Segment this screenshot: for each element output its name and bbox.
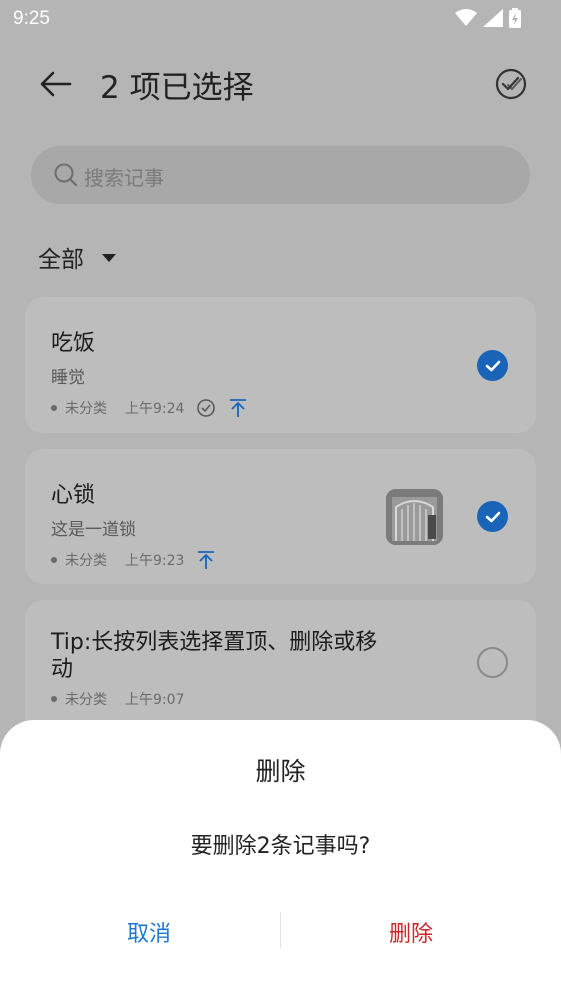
note-category: 未分类 xyxy=(65,401,107,417)
note-meta: 未分类 上午9:24 xyxy=(51,398,248,418)
dialog-message: 要删除2条记事吗? xyxy=(190,834,371,859)
note-title: 心锁 xyxy=(51,483,96,508)
note-body: 睡觉 xyxy=(51,368,85,388)
note-card[interactable]: 吃饭 睡觉 未分类 上午9:24 xyxy=(25,297,536,433)
category-dot xyxy=(51,696,57,702)
note-card[interactable]: Tip:长按列表选择置顶、删除或移 动 未分类 上午9:07 xyxy=(25,600,536,740)
status-icons xyxy=(455,8,521,28)
search-bar[interactable]: 搜索记事 xyxy=(31,146,530,204)
note-meta: 未分类 上午9:07 xyxy=(51,689,184,709)
app-bar: 2 项已选择 xyxy=(0,50,561,120)
pin-top-icon xyxy=(196,550,216,570)
note-title-continued: 动 xyxy=(51,657,74,682)
signal-icon xyxy=(483,9,503,27)
dialog-title: 删除 xyxy=(255,757,306,786)
note-category: 未分类 xyxy=(65,553,107,569)
note-time: 上午9:23 xyxy=(125,553,185,569)
check-icon xyxy=(485,360,500,371)
note-time: 上午9:24 xyxy=(125,401,185,417)
note-image-thumbnail xyxy=(386,489,443,545)
status-time: 9:25 xyxy=(13,8,50,29)
dropdown-caret-icon xyxy=(102,254,116,262)
note-meta: 未分类 上午9:23 xyxy=(51,550,216,570)
search-placeholder: 搜索记事 xyxy=(84,166,164,190)
battery-icon xyxy=(509,8,521,28)
confirm-delete-button[interactable]: 删除 xyxy=(271,916,551,948)
back-arrow-icon xyxy=(40,71,72,97)
search-icon xyxy=(54,163,78,187)
note-select-checkbox[interactable] xyxy=(477,501,508,532)
filter-label: 全部 xyxy=(38,247,84,273)
status-bar: 9:25 xyxy=(0,0,561,38)
page-title: 2 项已选择 xyxy=(100,70,254,106)
back-button[interactable] xyxy=(36,64,76,104)
delete-dialog: 删除 要删除2条记事吗? 取消 删除 xyxy=(0,720,561,999)
category-dot xyxy=(51,557,57,563)
note-select-checkbox[interactable] xyxy=(477,647,508,678)
check-icon xyxy=(485,511,500,522)
wifi-icon xyxy=(455,9,477,26)
pin-top-icon xyxy=(228,398,248,418)
category-dot xyxy=(51,405,57,411)
note-select-checkbox[interactable] xyxy=(477,350,508,381)
note-title: 吃饭 xyxy=(51,331,96,356)
select-all-icon xyxy=(495,68,527,100)
note-title: Tip:长按列表选择置顶、删除或移 xyxy=(51,630,378,655)
note-time: 上午9:07 xyxy=(125,692,185,708)
select-all-button[interactable] xyxy=(493,66,529,102)
note-category: 未分类 xyxy=(65,692,107,708)
cancel-button[interactable]: 取消 xyxy=(9,916,289,948)
note-body: 这是一道锁 xyxy=(51,520,136,540)
done-check-icon xyxy=(196,398,216,418)
note-card[interactable]: 心锁 这是一道锁 未分类 上午9:23 xyxy=(25,449,536,584)
category-filter[interactable]: 全部 xyxy=(38,240,116,274)
